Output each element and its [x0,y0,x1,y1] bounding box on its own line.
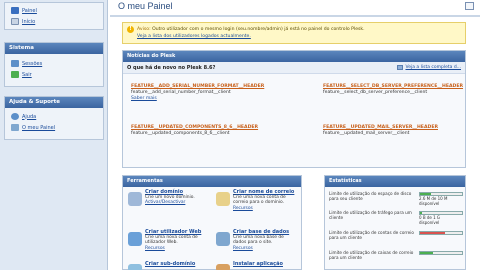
usage-bar-fill [420,212,423,214]
sidebar-item-label: Painel [22,7,37,14]
sidebar-item-sessions[interactable]: Sessões [5,58,103,69]
login-warning-notice: ! Aviso: Outro utilizador com o mesmo lo… [122,22,466,44]
mail-icon [216,192,230,206]
home-icon [11,18,19,25]
news-full-list-label: Veja a lista completa d... [405,65,461,70]
news-subheader: O que há de novo no Plesk 8.6? Veja a li… [123,62,465,74]
news-item: FEATURE__SELECT_DB_SERVER_PREFERENCE__HE… [323,84,463,96]
tool-resource-link[interactable]: Recursos [233,206,298,211]
panel-icon [11,7,19,14]
logout-icon [11,71,19,78]
news-item: FEATURE__UPDATED_MAIL_SERVER__HEADER fea… [323,125,463,137]
subdomain-icon [128,264,142,270]
sidebar-item-label: Sessões [22,60,43,67]
sidebar-help-panel: Ajuda & Suporte Ajuda O meu Painel [4,96,104,140]
sidebar-top-panel: Painel Início [4,2,104,30]
sidebar-item-help[interactable]: Ajuda [5,111,103,122]
tools-header: Ferramentas [123,176,301,187]
news-item: FEATURE__UPDATED_COMPONENTS_8_6__HEADER … [131,125,291,137]
window-icon[interactable] [465,2,474,10]
stat-row: Limite de utilização de tráfego para um … [329,210,463,226]
tool-install-application[interactable]: Instalar aplicação [213,261,298,270]
sidebar-system-title: Sistema [5,43,103,54]
notice-text: Outro utilizador com o mesmo login (seu.… [152,27,365,32]
sidebar-help-title: Ajuda & Suporte [5,97,103,108]
title-divider [110,15,480,17]
tool-resource-link[interactable]: Recursos [145,246,210,251]
usage-bar [419,231,463,235]
sidebar-item-my-panel[interactable]: O meu Painel [5,122,103,133]
web-user-icon [128,232,142,246]
news-item-desc: feature__select_db_server_preference__cl… [323,90,428,95]
usage-bar [419,192,463,196]
tool-create-domain[interactable]: Criar domínio Crie um novo domínio. Acti… [125,189,210,216]
panel-info-icon [11,124,19,131]
news-full-list-link[interactable]: Veja a lista completa d... [397,65,461,70]
list-icon [397,65,404,70]
logged-users-link[interactable]: Veja a lista dos utilizadores logados ac… [137,34,251,39]
tool-resource-link[interactable]: Recursos [233,246,298,251]
stat-row: Limite de utilização de caixas de correi… [329,250,463,266]
news-header: Notícias do Plesk [123,51,465,62]
tool-create-subdomain[interactable]: Criar sub-domínio [125,261,210,270]
database-icon [216,232,230,246]
news-item-desc: feature__updated_mail_server__client [323,131,410,136]
sidebar-item-label: Ajuda [22,113,37,120]
usage-bar-fill [420,232,446,234]
main-content: O meu Painel ! Aviso: Outro utilizador c… [110,0,480,270]
stat-label: Limite de utilização do espaço de disco … [329,191,412,201]
left-sidebar: Painel Início Sistema Sessões Sair Ajuda… [0,0,108,270]
news-item-more-link[interactable]: Saber mais [131,96,291,102]
sidebar-item-label: Início [22,18,36,25]
tool-title[interactable]: Instalar aplicação [233,261,283,267]
statistics-panel: Estatísticas Limite de utilização do esp… [324,175,466,270]
sessions-icon [11,60,19,67]
notice-prefix: Aviso: [137,27,151,32]
stat-label: Limite de utilização de contas de correi… [329,230,414,240]
notice-line-1: Aviso: Outro utilizador com o mesmo logi… [137,26,461,33]
stat-label: Limite de utilização de caixas de correi… [329,250,414,260]
tools-panel: Ferramentas Criar domínio Crie um novo d… [122,175,302,270]
usage-bar-fill [420,252,433,254]
tool-desc: Crie uma nova conta de utilizador Web. [145,235,198,246]
tool-create-mail[interactable]: Criar nome de correio Crie uma nova cont… [213,189,298,216]
install-app-icon [216,264,230,270]
sidebar-item-label: Sair [22,71,32,78]
plesk-news-panel: Notícias do Plesk O que há de novo no Pl… [122,50,466,168]
help-icon [11,113,19,120]
stat-row: Limite de utilização do espaço de disco … [329,191,463,207]
sidebar-system-panel: Sistema Sessões Sair [4,42,104,87]
page-title: O meu Painel [118,1,173,11]
warning-icon: ! [127,26,134,33]
tool-desc: Crie uma nova conta de correio para o do… [233,195,286,206]
tool-create-web-user[interactable]: Criar utilizador Web Crie uma nova conta… [125,229,210,256]
tool-resource-link[interactable]: Activar/Desactivar [145,200,195,205]
sidebar-item-panel[interactable]: Painel [5,5,103,16]
sidebar-item-logout[interactable]: Sair [5,69,103,80]
stat-sub: disponível [419,220,440,225]
news-question: O que há de novo no Plesk 8.6? [127,64,216,71]
usage-bar-fill [420,193,431,195]
usage-bar [419,211,463,215]
stat-sub: disponível [419,201,440,206]
sidebar-item-label: O meu Painel [22,124,56,131]
sidebar-item-home[interactable]: Início [5,16,103,27]
stat-row: Limite de utilização de contas de correi… [329,230,463,246]
usage-bar [419,251,463,255]
stat-label: Limite de utilização de tráfego para um … [329,210,412,220]
tool-desc: Crie uma nova base de dados para o site. [233,235,284,246]
tool-title[interactable]: Criar sub-domínio [145,261,195,267]
domain-icon [128,192,142,206]
news-item-desc: feature__updated_components_8_6__client [131,131,230,136]
stats-header: Estatísticas [325,176,465,187]
tool-create-database[interactable]: Criar base de dados Crie uma nova base d… [213,229,298,256]
news-item: FEATURE__ADD_SERIAL_NUMBER_FORMAT__HEADE… [131,84,291,102]
